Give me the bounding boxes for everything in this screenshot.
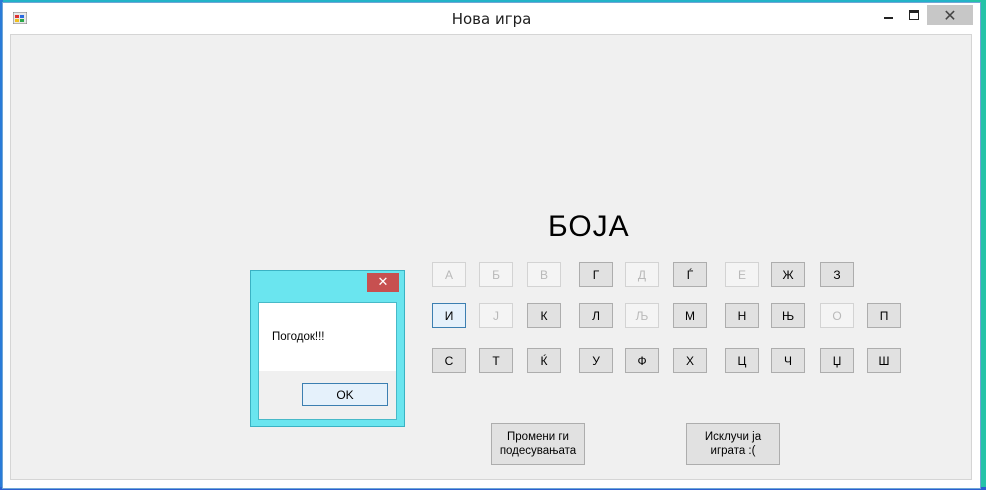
dialog-message: Погодок!!!	[272, 331, 325, 343]
letter-key[interactable]: Ш	[867, 348, 901, 373]
dialog-body: Погодок!!! OK	[258, 302, 397, 420]
letter-key[interactable]: Л	[579, 303, 613, 328]
letter-key[interactable]: Њ	[771, 303, 805, 328]
window-title: Нова игра	[451, 10, 532, 28]
letter-key: Д	[625, 262, 659, 287]
ok-button[interactable]: OK	[302, 383, 388, 406]
dialog-content: Погодок!!!	[259, 303, 396, 371]
letter-key: А	[432, 262, 466, 287]
message-dialog: ✕ Погодок!!! OK	[250, 270, 405, 427]
change-settings-button[interactable]: Промени ги подесувањата	[491, 423, 585, 465]
letter-key[interactable]: П	[867, 303, 901, 328]
maximize-button[interactable]	[902, 5, 926, 25]
letter-key[interactable]: С	[432, 348, 466, 373]
letter-key: Е	[725, 262, 759, 287]
letter-key[interactable]: Х	[673, 348, 707, 373]
dialog-close-button[interactable]: ✕	[367, 273, 399, 292]
letter-key[interactable]: Ѓ	[673, 262, 707, 287]
guessed-word: БОЈА	[548, 210, 630, 243]
letter-key[interactable]: Ж	[771, 262, 805, 287]
letter-key: Б	[479, 262, 513, 287]
close-icon: ✕	[943, 5, 957, 25]
close-button[interactable]: ✕	[927, 5, 973, 25]
letter-key[interactable]: У	[579, 348, 613, 373]
maximize-icon	[909, 10, 919, 20]
game-window: Нова игра ✕ БОЈА АБВГДЃЕЖЗ ИЈКЛЉМНЊОП СТЌУ…	[2, 2, 981, 489]
letter-key[interactable]: Ф	[625, 348, 659, 373]
title-bar[interactable]: Нова игра ✕	[3, 3, 980, 33]
letter-key: О	[820, 303, 854, 328]
close-icon: ✕	[377, 275, 389, 290]
letter-key[interactable]: Ќ	[527, 348, 561, 373]
minimize-icon	[883, 17, 893, 19]
letter-key[interactable]: Н	[725, 303, 759, 328]
letter-key: В	[527, 262, 561, 287]
letter-key[interactable]: Ц	[725, 348, 759, 373]
letter-key[interactable]: Г	[579, 262, 613, 287]
letter-key[interactable]: З	[820, 262, 854, 287]
game-panel: БОЈА АБВГДЃЕЖЗ ИЈКЛЉМНЊОП СТЌУФХЦЧЏШ Проме…	[10, 34, 972, 480]
letter-key[interactable]: И	[432, 303, 466, 328]
letter-key[interactable]: Т	[479, 348, 513, 373]
letter-key[interactable]: Ч	[771, 348, 805, 373]
exit-game-button[interactable]: Исклучи ја играта :(	[686, 423, 780, 465]
letter-key[interactable]: Џ	[820, 348, 854, 373]
letter-key: Ј	[479, 303, 513, 328]
minimize-button[interactable]	[876, 5, 900, 25]
letter-key[interactable]: М	[673, 303, 707, 328]
letter-key[interactable]: К	[527, 303, 561, 328]
letter-key: Љ	[625, 303, 659, 328]
